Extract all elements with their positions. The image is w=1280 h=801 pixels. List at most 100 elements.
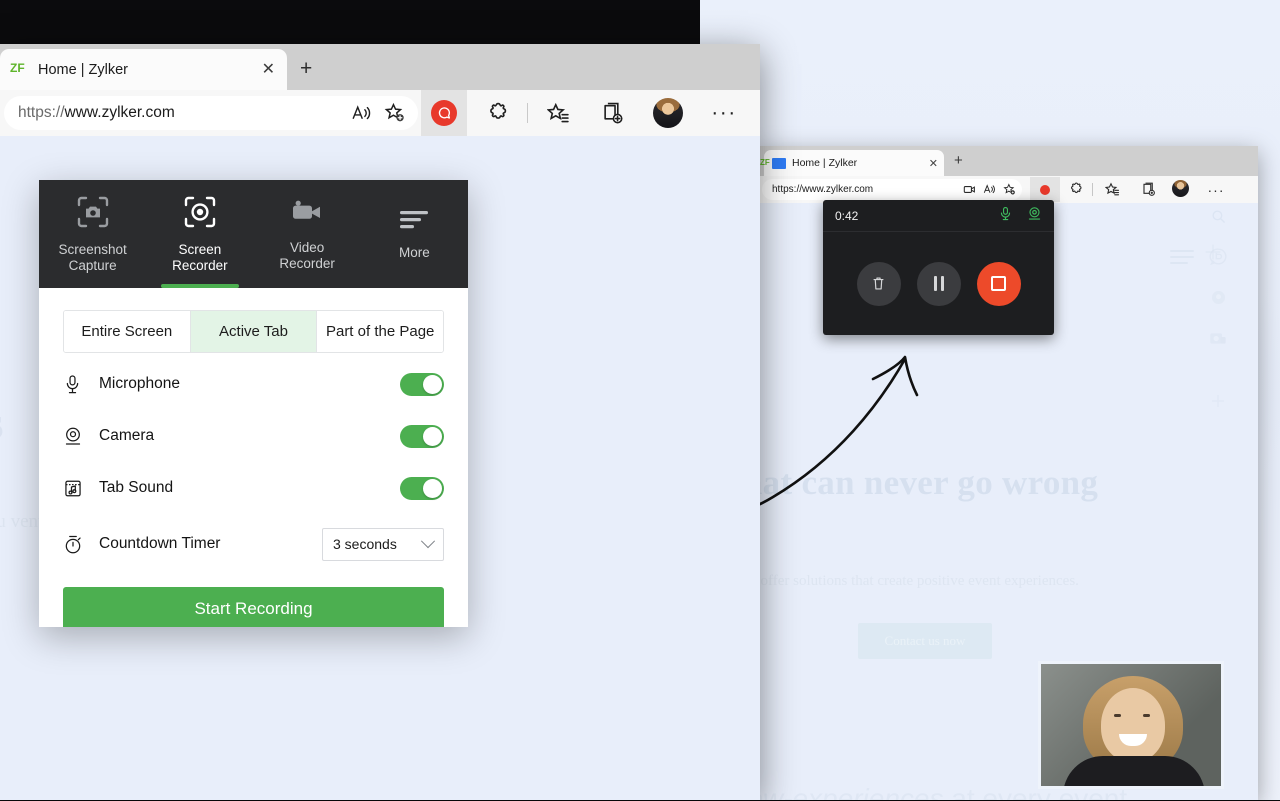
tab-more[interactable]: More [361, 180, 468, 288]
main-window-address-bar[interactable]: https://www.zylker.com [4, 96, 418, 130]
zoho-extension-icon [431, 100, 457, 126]
recorder-control-bar: 0:42 [823, 200, 1054, 335]
option-row-camera: Camera [63, 415, 444, 457]
profile-avatar[interactable] [1172, 180, 1189, 197]
delete-recording-button[interactable] [856, 261, 901, 306]
main-window-tab-title: Home | Zylker [38, 61, 128, 78]
microphone-on-icon[interactable] [998, 206, 1013, 226]
small-window-left-rail [1208, 208, 1228, 410]
tab-label-line1-video: Video [289, 239, 325, 255]
cast-media-icon[interactable] [963, 183, 976, 196]
tab-label-more: More [398, 244, 430, 260]
favorites-icon[interactable] [1102, 180, 1122, 199]
tab-screenshot-capture[interactable]: Screenshot Capture [39, 180, 146, 288]
stop-icon [991, 276, 1006, 291]
countdown-select[interactable]: 3 seconds [322, 527, 444, 561]
microphone-icon [63, 374, 99, 395]
recorder-status-row: 0:42 [823, 200, 1054, 232]
plus-icon-2[interactable] [1209, 392, 1227, 410]
option-row-countdown: Countdown Timer 3 seconds [63, 523, 444, 565]
url-host: www.zylker.com [64, 104, 175, 121]
screen-root: te wow-experiences at every event. Conce… [0, 0, 1280, 800]
camera-icon [63, 426, 99, 447]
small-window-tab-title: Home | Zylker [792, 157, 858, 169]
close-icon[interactable]: ✕ [929, 157, 938, 170]
active-tab-underline [161, 284, 239, 288]
page-heading: ts that can never go wrong [758, 463, 1099, 502]
more-lines-icon [398, 208, 430, 235]
start-recording-button[interactable]: Start Recording [63, 587, 444, 627]
recorder-buttons-row [823, 232, 1054, 335]
toolbar-divider-main [527, 103, 528, 123]
collections-icon-main[interactable] [590, 90, 634, 136]
extensions-puzzle-icon[interactable] [1066, 180, 1086, 199]
recording-dot-icon [1040, 184, 1050, 195]
tagline-emphasis-2: wow-experiences [758, 783, 944, 800]
mail-icon-2[interactable] [1208, 329, 1228, 348]
settings-more-icon[interactable]: ··· [1206, 177, 1226, 202]
small-window-address-bar[interactable]: https://www.zylker.com [762, 179, 1022, 200]
small-window-tab[interactable]: ZF Home | Zylker ✕ [760, 150, 944, 176]
tab-label-line1: Screenshot [58, 241, 127, 257]
contact-us-button[interactable]: Contact us now [858, 623, 992, 659]
option-row-tab-sound: Tab Sound [63, 467, 444, 509]
toolbar-divider [1092, 183, 1093, 196]
read-aloud-icon-main[interactable] [351, 103, 372, 124]
video-recorder-icon [290, 197, 324, 232]
chevron-down-icon [420, 534, 436, 549]
extensions-puzzle-icon-main[interactable] [476, 90, 520, 136]
tab-label-line2-video: Recorder [279, 255, 335, 271]
tab-screen-recorder[interactable]: Screen Recorder [146, 180, 253, 288]
small-window-url-text: https://www.zylker.com [772, 184, 874, 195]
zoho-extension-button[interactable] [421, 90, 467, 136]
small-window-tabstrip: ZF Home | Zylker ✕ + [758, 146, 1258, 176]
main-window-toolbar: https://www.zylker.com ··· [0, 90, 760, 136]
recording-timer: 0:42 [835, 208, 859, 223]
search-icon-2[interactable] [1210, 208, 1227, 225]
read-aloud-icon[interactable] [983, 183, 996, 196]
stop-recording-button[interactable] [976, 261, 1021, 306]
page-subtext: ecute, and offer solutions that create p… [758, 573, 1079, 589]
scope-part-of-page[interactable]: Part of the Page [316, 311, 443, 352]
capture-scope-segmented-control: Entire Screen Active Tab Part of the Pag… [63, 310, 444, 353]
new-tab-button-main[interactable]: + [300, 58, 312, 79]
main-window-tab[interactable]: ZF Home | Zylker ✕ [0, 49, 287, 90]
countdown-value: 3 seconds [333, 536, 397, 552]
hamburger-menu-icon-2[interactable] [1170, 250, 1194, 264]
recording-indicator-button[interactable] [1030, 177, 1060, 202]
tab-sound-icon [63, 478, 99, 499]
scope-active-tab[interactable]: Active Tab [189, 311, 317, 352]
extension-panel-body: Entire Screen Active Tab Part of the Pag… [39, 288, 468, 627]
microphone-toggle[interactable] [400, 372, 444, 396]
add-favorite-icon[interactable] [1003, 183, 1016, 196]
scope-entire-screen[interactable]: Entire Screen [64, 311, 190, 352]
screen-recorder-icon [183, 195, 217, 234]
countdown-label: Countdown Timer [99, 535, 221, 552]
pause-icon [933, 276, 937, 291]
tab-sound-label: Tab Sound [99, 479, 174, 496]
camera-on-icon[interactable] [1027, 206, 1042, 226]
tab-label-line2-active: Recorder [172, 257, 228, 273]
settings-more-icon-main[interactable]: ··· [702, 90, 746, 136]
small-window-toolbar: https://www.zylker.com ··· [758, 176, 1258, 203]
webcam-preview[interactable] [1038, 661, 1224, 789]
favorites-icon-main[interactable] [536, 90, 580, 136]
chat-bubble-icon-2[interactable] [1209, 247, 1228, 266]
profile-avatar-main[interactable] [646, 90, 690, 136]
collections-icon[interactable] [1138, 180, 1158, 199]
camera-toggle[interactable] [400, 424, 444, 448]
stopwatch-icon [63, 534, 99, 555]
close-icon-main[interactable]: ✕ [262, 61, 275, 78]
pause-recording-button[interactable] [916, 261, 961, 306]
new-tab-button[interactable]: + [954, 153, 963, 168]
camera-label: Camera [99, 427, 155, 444]
tab-label-line1-active: Screen [178, 241, 222, 257]
circle-icon-2[interactable] [1209, 288, 1228, 307]
tab-sound-toggle[interactable] [400, 476, 444, 500]
microphone-label: Microphone [99, 375, 180, 392]
add-favorite-icon-main[interactable] [384, 102, 408, 124]
tab-video-recorder[interactable]: Video Recorder [254, 180, 361, 288]
tab-label-line2: Capture [68, 257, 117, 273]
zf-logo-icon: ZF [760, 158, 770, 167]
main-window-url-text: https://www.zylker.com [18, 104, 339, 122]
